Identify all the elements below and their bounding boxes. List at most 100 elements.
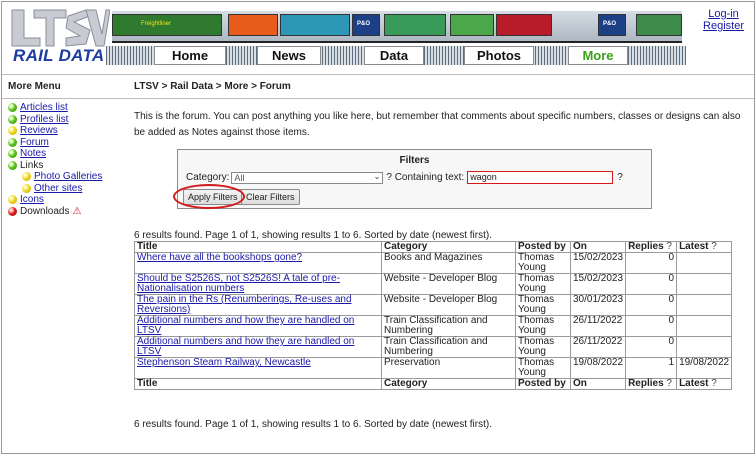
wagon-image [450, 14, 494, 36]
help-icon[interactable]: ? [711, 378, 717, 389]
forum-table: Title Category Posted by On Replies ? La… [134, 241, 733, 390]
wagon-label: P&O [603, 21, 617, 27]
table-row: Additional numbers and how they are hand… [134, 315, 733, 337]
nav-photos[interactable]: Photos [464, 46, 534, 65]
category-label: Category: [186, 172, 230, 183]
containing-text-label: ? Containing text: [386, 172, 465, 183]
yellow-dot-icon [8, 195, 17, 205]
sidebar-menu: Articles list Profiles list Reviews Forum No… [2, 99, 122, 217]
nav-home[interactable]: Home [154, 46, 226, 65]
sidebar-item-label[interactable]: Profiles list [20, 114, 68, 125]
table-row: Stephenson Steam Railway, Newcastle Prese… [134, 357, 733, 379]
yellow-dot-icon [22, 172, 31, 182]
topic-link[interactable]: Additional numbers and how they are hand… [137, 336, 354, 357]
page-frame: RAIL DATA Freightliner P&O P&O Home News… [1, 1, 755, 454]
sidebar-item[interactable]: Forum [8, 137, 122, 149]
cell-latest [676, 252, 733, 274]
login-link[interactable]: Log-in [703, 8, 744, 20]
help-icon[interactable]: ? [666, 378, 672, 389]
sidebar-item[interactable]: Articles list [8, 102, 122, 114]
filters-panel: Filters Category: All ⌄ ? Containing tex… [177, 149, 652, 209]
green-dot-icon [8, 114, 17, 124]
cell-on: 15/02/2023 [569, 252, 627, 274]
cell-posted-by: Thomas Young [515, 273, 571, 295]
containing-text-input[interactable]: wagon [467, 171, 614, 184]
sidebar-item-label[interactable]: Icons [20, 194, 44, 205]
help-icon[interactable]: ? [617, 172, 623, 183]
nav-data[interactable]: Data [364, 46, 424, 65]
cell-replies: 1 [625, 357, 678, 379]
cell-latest [676, 273, 733, 295]
green-dot-icon [8, 149, 17, 159]
sidebar-item[interactable]: Notes [8, 148, 122, 160]
col-on: On [569, 241, 627, 253]
sidebar-item-label[interactable]: Other sites [34, 183, 82, 194]
col-replies: Replies ? [625, 378, 678, 390]
sidebar-item-label: Links [20, 159, 44, 171]
sidebar-item-label[interactable]: Notes [20, 148, 46, 159]
topic-link[interactable]: Additional numbers and how they are hand… [137, 315, 354, 336]
topic-link[interactable]: Stephenson Steam Railway, Newcastle [137, 357, 311, 368]
table-row: Additional numbers and how they are hand… [134, 336, 733, 358]
col-replies: Replies ? [625, 241, 678, 253]
train-banner: Freightliner P&O P&O [112, 11, 682, 43]
topic-link[interactable]: The pain in the Rs (Renumberings, Re-use… [137, 294, 352, 315]
ltsv-logo[interactable] [10, 8, 110, 48]
chevron-down-icon: ⌄ [373, 171, 381, 181]
wagon-image: P&O [352, 14, 380, 36]
cell-replies: 0 [625, 336, 678, 358]
sidebar-item[interactable]: Reviews [8, 125, 122, 137]
cell-replies: 0 [625, 294, 678, 316]
cell-posted-by: Thomas Young [515, 336, 571, 358]
topic-link[interactable]: Where have all the bookshops gone? [137, 252, 302, 263]
rail-data-logo[interactable]: RAIL DATA [13, 46, 104, 66]
col-posted-by: Posted by [515, 241, 571, 253]
category-select[interactable]: All ⌄ [231, 171, 384, 184]
sidebar-item-label[interactable]: Articles list [20, 102, 68, 113]
cell-category: Preservation [381, 357, 516, 379]
cell-latest [676, 315, 733, 337]
cell-title: Stephenson Steam Railway, Newcastle [134, 357, 382, 379]
sidebar-item-label[interactable]: Reviews [20, 125, 58, 136]
cell-replies: 0 [625, 315, 678, 337]
site-header: RAIL DATA Freightliner P&O P&O Home News… [2, 2, 754, 66]
col-on: On [569, 378, 627, 390]
cell-title: Should be S2526S, not S2526S! A tale of … [134, 273, 382, 295]
red-dot-icon [8, 206, 17, 216]
results-summary-top: 6 results found. Page 1 of 1, showing re… [134, 230, 492, 241]
account-links: Log-in Register [703, 8, 744, 32]
sidebar-title: More Menu [2, 74, 122, 99]
register-link[interactable]: Register [703, 20, 744, 32]
nav-more[interactable]: More [568, 46, 628, 65]
category-value: All [234, 172, 245, 183]
nav-news[interactable]: News [257, 46, 321, 65]
sidebar-item[interactable]: Photo Galleries [8, 171, 122, 183]
cell-on: 15/02/2023 [569, 273, 627, 295]
locomotive-image: Freightliner [112, 14, 222, 36]
wagon-image [280, 14, 350, 36]
green-dot-icon [8, 137, 17, 147]
table-body: Where have all the bookshops gone? Books … [134, 252, 733, 379]
col-latest: Latest ? [676, 378, 733, 390]
sidebar-item[interactable]: Icons [8, 194, 122, 206]
sidebar-item-label: Downloads [20, 205, 70, 217]
cell-category: Website - Developer Blog [381, 273, 516, 295]
sidebar-item[interactable]: Profiles list [8, 114, 122, 126]
cell-category: Website - Developer Blog [381, 294, 516, 316]
sidebar: More Menu Articles list Profiles list Revi… [2, 74, 122, 454]
topic-link[interactable]: Should be S2526S, not S2526S! A tale of … [137, 273, 340, 294]
sidebar-item: Links [8, 160, 122, 172]
sidebar-item-label[interactable]: Forum [20, 137, 49, 148]
cell-title: Where have all the bookshops gone? [134, 252, 382, 274]
wagon-image [636, 14, 682, 36]
help-icon[interactable]: ? [666, 241, 672, 252]
clear-filters-button[interactable]: Clear Filters [241, 189, 300, 205]
wagon-image [496, 14, 552, 36]
col-category: Category [381, 378, 516, 390]
help-icon[interactable]: ? [711, 241, 717, 252]
warning-icon: ⚠ [72, 205, 82, 217]
sidebar-item[interactable]: Other sites [8, 183, 122, 195]
table-row: The pain in the Rs (Renumberings, Re-use… [134, 294, 733, 316]
table-header-row: Title Category Posted by On Replies ? La… [134, 241, 733, 253]
sidebar-item-label[interactable]: Photo Galleries [34, 171, 102, 182]
